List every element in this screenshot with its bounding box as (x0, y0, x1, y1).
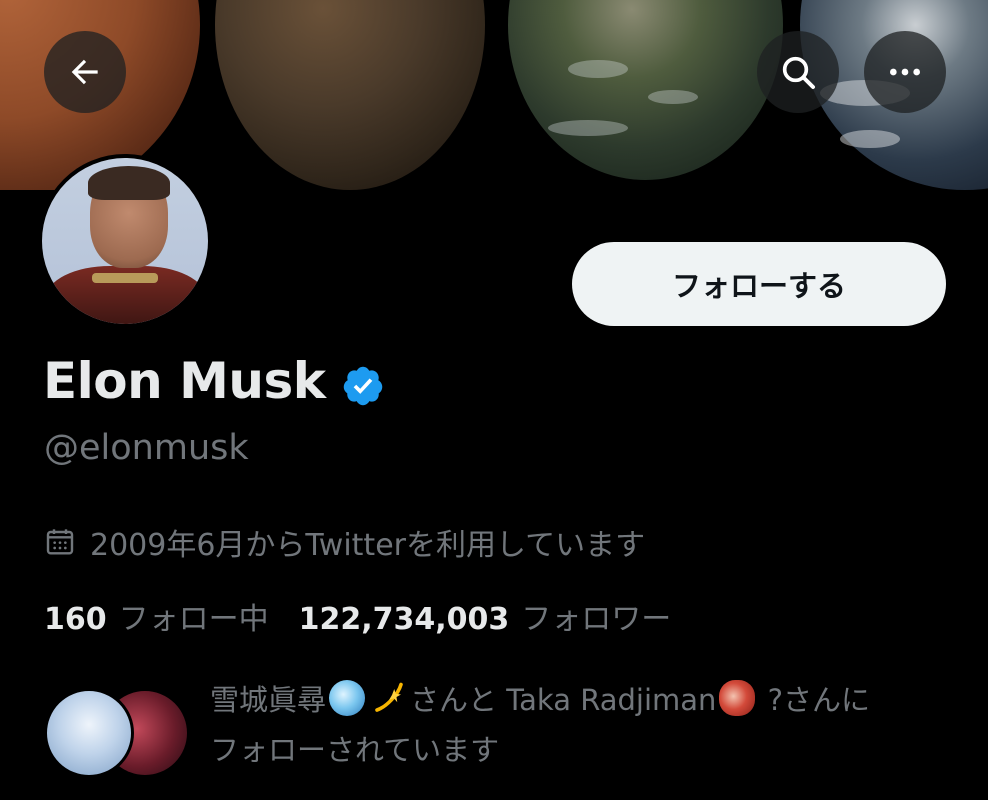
calendar-icon (46, 529, 74, 555)
planet-terraforming-1 (215, 0, 485, 190)
handle: @elonmusk (44, 428, 249, 468)
followed-by-line2: フォローされています (210, 733, 500, 767)
more-horizontal-icon (890, 68, 920, 76)
followers-count: 122,734,003 (298, 602, 510, 637)
followed-by-between: さんと (410, 683, 498, 717)
following-count: 160 (44, 602, 107, 637)
meat-icon (719, 680, 756, 716)
dizzy-icon (375, 682, 403, 712)
follow-stats: 160 フォロー中 122,734,003 フォロワー (44, 594, 671, 638)
search-button[interactable] (757, 31, 839, 113)
back-button[interactable] (44, 31, 126, 113)
join-date-text: 2009年6月からTwitterを利用しています (90, 528, 646, 563)
mutual-follower-1: 雪城眞尋 (210, 683, 327, 717)
following-label: フォロー中 (118, 602, 269, 637)
followed-by-end: ?さんに (767, 683, 871, 717)
mutual-followers-avatars[interactable] (44, 687, 190, 778)
follow-button[interactable]: フォローする (572, 242, 946, 326)
profile-avatar[interactable] (38, 154, 212, 328)
followers-label: フォロワー (521, 602, 672, 637)
followed-by-text[interactable]: 雪城眞尋 さんと Taka Radjiman ?さんに フォローされています (210, 675, 950, 775)
display-name: Elon Musk (43, 352, 326, 410)
planet-terraforming-2 (508, 0, 783, 180)
join-date: 2009年6月からTwitterを利用しています (44, 520, 645, 564)
more-button[interactable] (864, 31, 946, 113)
verified-badge-icon (343, 366, 383, 406)
globe-icon (329, 680, 366, 716)
avatar (44, 688, 134, 778)
avatar-image (42, 158, 208, 324)
search-icon (782, 56, 815, 89)
following-link[interactable]: 160 フォロー中 (44, 594, 269, 638)
mutual-follower-2: Taka Radjiman (506, 683, 717, 717)
arrow-left-icon (71, 59, 98, 85)
followers-link[interactable]: 122,734,003 フォロワー (299, 594, 672, 638)
